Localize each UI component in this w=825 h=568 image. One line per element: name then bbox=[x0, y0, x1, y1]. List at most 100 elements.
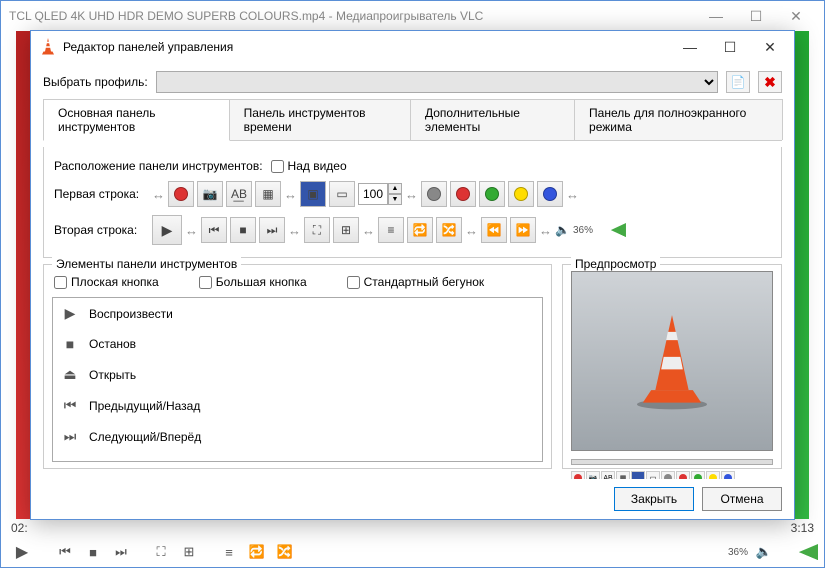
gray-dot[interactable] bbox=[421, 181, 447, 207]
std-slider-checkbox[interactable]: Стандартный бегунок bbox=[347, 275, 485, 289]
loop-button[interactable]: 🔁 bbox=[407, 217, 433, 243]
tab-time-toolbar[interactable]: Панель инструментов времени bbox=[229, 99, 411, 140]
shuffle-button[interactable]: 🔀 bbox=[436, 217, 462, 243]
fullscreen-button[interactable]: ⛶ bbox=[304, 217, 330, 243]
eject-icon: ⏏ bbox=[61, 366, 79, 383]
mini-btn: ▭ bbox=[646, 471, 660, 479]
mini-btn bbox=[691, 471, 705, 479]
expander-icon[interactable]: ↔ bbox=[152, 187, 165, 202]
skip-fwd-button[interactable]: ⏩ bbox=[510, 217, 536, 243]
mute-icon[interactable]: 🔈 bbox=[555, 223, 570, 237]
tab-main-toolbar[interactable]: Основная панель инструментов bbox=[43, 99, 230, 141]
fullscreen-button[interactable]: ⛶ bbox=[149, 540, 173, 564]
expander-icon[interactable]: ↔ bbox=[362, 223, 375, 238]
profile-select[interactable] bbox=[156, 71, 718, 93]
list-item: ◀◀Медленнее bbox=[53, 452, 542, 462]
expander-icon[interactable]: ↔ bbox=[284, 187, 297, 202]
dialog-minimize[interactable]: — bbox=[670, 33, 710, 61]
row2-vol: 36% bbox=[573, 225, 593, 236]
prev-button[interactable]: ⏮ bbox=[201, 217, 227, 243]
elements-fieldset: Элементы панели инструментов Плоская кно… bbox=[43, 264, 552, 469]
skip-back-button[interactable]: ⏪ bbox=[481, 217, 507, 243]
prev-button[interactable]: ⏮ bbox=[53, 540, 77, 564]
row2-label: Вторая строка: bbox=[54, 223, 144, 237]
volume-slider[interactable] bbox=[780, 544, 818, 560]
vlc-cone-icon bbox=[39, 38, 57, 56]
expander-icon[interactable]: ↔ bbox=[405, 187, 418, 202]
dialog-title: Редактор панелей управления bbox=[63, 40, 670, 54]
delete-profile-button[interactable]: ✖ bbox=[758, 71, 782, 93]
mini-btn bbox=[706, 471, 720, 479]
row1-bar[interactable]: ↔ 📷 A͟B ▦ ↔ ▣ ▭ ▲▼ ↔ bbox=[152, 181, 579, 207]
spin-up[interactable]: ▲ bbox=[388, 183, 402, 194]
aspect-button[interactable]: ▭ bbox=[329, 181, 355, 207]
tab-fullscreen[interactable]: Панель для полноэкранного режима bbox=[574, 99, 783, 140]
dialog-footer: Закрыть Отмена bbox=[31, 479, 794, 519]
play-icon: ▶ bbox=[61, 305, 79, 322]
next-icon: ⏭ bbox=[61, 428, 79, 445]
mini-btn bbox=[676, 471, 690, 479]
dialog-maximize[interactable]: ☐ bbox=[710, 33, 750, 61]
stop-button[interactable]: ■ bbox=[81, 540, 105, 564]
expander-icon[interactable]: ↔ bbox=[185, 223, 198, 238]
next-button[interactable]: ⏭ bbox=[259, 217, 285, 243]
spin-down[interactable]: ▼ bbox=[388, 194, 402, 205]
above-video-checkbox[interactable]: Над видео bbox=[271, 159, 471, 173]
loop-button[interactable]: 🔁 bbox=[245, 540, 269, 564]
zoom-spinbox[interactable]: ▲▼ bbox=[358, 183, 402, 205]
mini-btn: AB bbox=[601, 471, 615, 479]
close-button[interactable]: ✕ bbox=[776, 1, 816, 31]
blue-dot[interactable] bbox=[537, 181, 563, 207]
next-button[interactable]: ⏭ bbox=[109, 540, 133, 564]
preview-video bbox=[571, 271, 773, 451]
mini-seek bbox=[571, 459, 773, 465]
frame-button[interactable]: ▦ bbox=[255, 181, 281, 207]
new-profile-button[interactable]: 📄 bbox=[726, 71, 750, 93]
profile-row: Выбрать профиль: 📄 ✖ bbox=[43, 71, 782, 93]
record-button[interactable] bbox=[168, 181, 194, 207]
cancel-button[interactable]: Отмена bbox=[702, 487, 782, 511]
profile-label: Выбрать профиль: bbox=[43, 75, 148, 89]
mini-btn bbox=[571, 471, 585, 479]
close-button[interactable]: Закрыть bbox=[614, 487, 694, 511]
expander-icon[interactable]: ↔ bbox=[566, 187, 579, 202]
atob-button[interactable]: A͟B bbox=[226, 181, 252, 207]
placement-row: Расположение панели инструментов: Над ви… bbox=[54, 155, 771, 177]
play-button[interactable]: ▶ bbox=[7, 537, 37, 567]
yellow-dot[interactable] bbox=[508, 181, 534, 207]
flat-button-checkbox[interactable]: Плоская кнопка bbox=[54, 275, 159, 289]
big-button-checkbox[interactable]: Большая кнопка bbox=[199, 275, 307, 289]
snapshot-button[interactable]: 📷 bbox=[197, 181, 223, 207]
shuffle-button[interactable]: 🔀 bbox=[273, 540, 297, 564]
expander-icon[interactable]: ↔ bbox=[465, 223, 478, 238]
mute-button[interactable]: 🔈 bbox=[752, 540, 776, 564]
playlist-button[interactable]: ≡ bbox=[217, 540, 241, 564]
green-dot[interactable] bbox=[479, 181, 505, 207]
toolbar-editor-dialog: Редактор панелей управления — ☐ ✕ Выбрат… bbox=[30, 30, 795, 520]
main-titlebar: TCL QLED 4K UHD HDR DEMO SUPERB COLOURS.… bbox=[1, 1, 824, 31]
row1-label: Первая строка: bbox=[54, 187, 144, 201]
playlist-button[interactable]: ≡ bbox=[378, 217, 404, 243]
row2-bar[interactable]: ▶ ↔ ⏮ ■ ⏭ ↔ ⛶ ⊞ ↔ ≡ 🔁 🔀 ↔ ⏪ ⏩ ↔ 🔈 bbox=[152, 215, 626, 245]
stop-button[interactable]: ■ bbox=[230, 217, 256, 243]
minimize-button[interactable]: — bbox=[696, 1, 736, 31]
maximize-button[interactable]: ☐ bbox=[736, 1, 776, 31]
list-item: ⏏Открыть bbox=[53, 359, 542, 390]
play-button[interactable]: ▶ bbox=[152, 215, 182, 245]
mini-btn bbox=[721, 471, 735, 479]
preview-fieldset: Предпросмотр 📷 bbox=[562, 264, 782, 469]
expander-icon[interactable]: ↔ bbox=[539, 223, 552, 238]
mini-btn bbox=[661, 471, 675, 479]
dialog-titlebar: Редактор панелей управления — ☐ ✕ bbox=[31, 31, 794, 63]
elements-list[interactable]: ▶Воспроизвести ■Останов ⏏Открыть ⏮Предыд… bbox=[52, 297, 543, 462]
settings-button[interactable]: ⊞ bbox=[333, 217, 359, 243]
main-title: TCL QLED 4K UHD HDR DEMO SUPERB COLOURS.… bbox=[9, 9, 696, 23]
dialog-close[interactable]: ✕ bbox=[750, 33, 790, 61]
element-options: Плоская кнопка Большая кнопка Стандартны… bbox=[52, 271, 543, 297]
tab-advanced[interactable]: Дополнительные элементы bbox=[410, 99, 575, 140]
ext-settings-button[interactable]: ⊞ bbox=[177, 540, 201, 564]
red-dot[interactable] bbox=[450, 181, 476, 207]
crop-button[interactable]: ▣ bbox=[300, 181, 326, 207]
expander-icon[interactable]: ↔ bbox=[288, 223, 301, 238]
volume-slider[interactable] bbox=[596, 223, 626, 237]
